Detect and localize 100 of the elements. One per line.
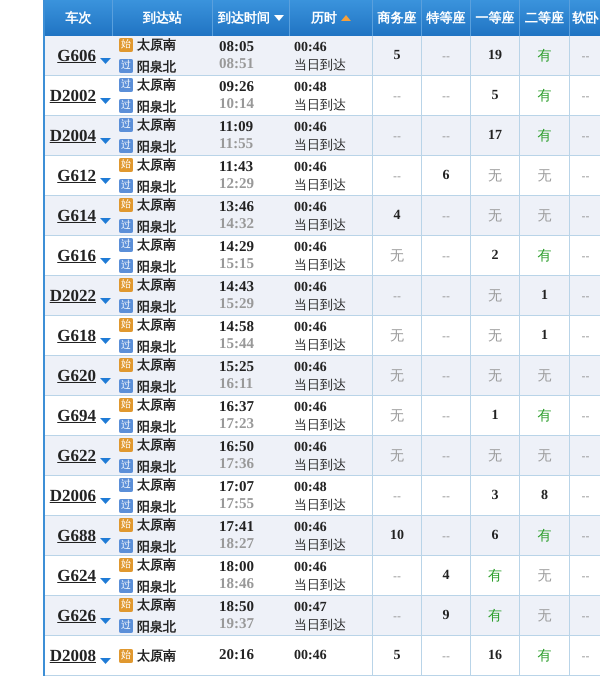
departure-station: 太原南 xyxy=(137,196,176,214)
station-tag: 过 xyxy=(119,238,133,252)
departure-time: 13:46 xyxy=(219,198,255,216)
column-header[interactable]: 车次 xyxy=(66,8,92,28)
departure-time: 08:05 xyxy=(219,38,255,56)
column-header[interactable]: 软卧 xyxy=(572,8,598,28)
arrival-time: 11:55 xyxy=(219,136,254,152)
dropdown-caret-icon[interactable] xyxy=(100,458,111,464)
train-number-link[interactable]: G624 xyxy=(57,562,96,588)
dropdown-caret-icon[interactable] xyxy=(100,618,111,624)
seat-availability: -- xyxy=(393,608,401,624)
arrival-day: 当日到达 xyxy=(294,376,372,392)
dropdown-caret-icon[interactable] xyxy=(100,98,111,104)
dropdown-caret-icon[interactable] xyxy=(100,298,111,304)
station-tag: 始 xyxy=(119,438,133,452)
train-number-link[interactable]: D2008 xyxy=(50,642,96,668)
duration: 00:46 xyxy=(294,118,328,136)
column-header[interactable]: 历时 xyxy=(311,8,337,28)
dropdown-caret-icon[interactable] xyxy=(100,258,111,264)
column-header[interactable]: 特等座 xyxy=(426,8,466,28)
dropdown-caret-icon[interactable] xyxy=(100,178,111,184)
train-number-link[interactable]: D2006 xyxy=(50,482,96,508)
seat-availability: -- xyxy=(442,448,450,464)
dropdown-caret-icon[interactable] xyxy=(100,418,111,424)
column-header[interactable]: 到达时间 xyxy=(218,8,270,28)
dropdown-caret-icon[interactable] xyxy=(100,538,111,544)
column-header[interactable]: 二等座 xyxy=(525,8,564,28)
seat-availability: 无 xyxy=(488,206,502,225)
arrival-station: 阳泉北 xyxy=(137,218,176,236)
arrival-day: 当日到达 xyxy=(294,456,372,472)
arrival-day: 当日到达 xyxy=(294,416,372,432)
train-number-link[interactable]: G622 xyxy=(57,442,96,468)
arrival-day: 当日到达 xyxy=(294,336,372,352)
column-header[interactable]: 一等座 xyxy=(476,8,514,28)
duration: 00:46 xyxy=(294,318,328,336)
dropdown-caret-icon[interactable] xyxy=(100,58,111,64)
departure-time: 09:26 xyxy=(219,78,255,96)
seat-availability: 6 xyxy=(492,527,498,545)
arrival-day: 当日到达 xyxy=(294,136,372,152)
dropdown-caret-icon[interactable] xyxy=(100,218,111,224)
train-number-link[interactable]: D2002 xyxy=(50,82,96,108)
seat-availability: 1 xyxy=(541,287,548,305)
seat-availability: -- xyxy=(442,248,450,264)
train-number-link[interactable]: G612 xyxy=(57,162,96,188)
train-number-link[interactable]: D2022 xyxy=(50,282,96,308)
departure-station: 太原南 xyxy=(137,596,176,614)
arrival-station: 阳泉北 xyxy=(137,578,176,596)
train-number-link[interactable]: G620 xyxy=(57,362,96,388)
seat-availability: 无 xyxy=(390,246,404,265)
station-tag: 过 xyxy=(119,99,133,114)
seat-availability: -- xyxy=(442,288,450,304)
departure-time: 18:00 xyxy=(219,558,255,576)
duration: 00:46 xyxy=(294,158,328,176)
train-number-link[interactable]: G688 xyxy=(57,522,96,548)
duration: 00:46 xyxy=(294,518,328,536)
seat-availability: 16 xyxy=(488,647,502,665)
seat-availability: -- xyxy=(393,168,401,184)
train-number-link[interactable]: G694 xyxy=(57,402,96,428)
train-number-link[interactable]: D2004 xyxy=(50,122,96,148)
station-tag: 始 xyxy=(119,398,133,412)
seat-availability: 有 xyxy=(538,46,552,65)
train-number-link[interactable]: G626 xyxy=(57,602,96,628)
dropdown-caret-icon[interactable] xyxy=(100,498,111,504)
seat-availability: -- xyxy=(442,648,450,664)
station-tag: 过 xyxy=(119,299,133,314)
arrival-station: 阳泉北 xyxy=(137,178,176,196)
seat-availability: 无 xyxy=(538,606,552,625)
seat-availability: 1 xyxy=(492,407,498,425)
train-number-link[interactable]: G606 xyxy=(57,42,96,68)
seat-availability: 有 xyxy=(538,646,552,665)
dropdown-caret-icon[interactable] xyxy=(100,658,111,664)
dropdown-caret-icon[interactable] xyxy=(100,378,111,384)
station-tag: 始 xyxy=(119,198,133,212)
duration: 00:46 xyxy=(294,38,328,56)
seat-availability: -- xyxy=(442,128,450,144)
arrival-time: 17:23 xyxy=(219,416,255,432)
column-header[interactable]: 到达站 xyxy=(143,8,182,28)
seat-availability: -- xyxy=(442,528,450,544)
station-tag: 过 xyxy=(119,118,133,132)
duration: 00:46 xyxy=(294,198,328,216)
seat-availability: 3 xyxy=(492,487,498,505)
duration: 00:46 xyxy=(294,358,328,376)
departure-time: 17:41 xyxy=(219,518,255,536)
arrival-time: 16:11 xyxy=(219,376,254,392)
station-tag: 过 xyxy=(119,78,133,92)
train-number-link[interactable]: G614 xyxy=(57,202,96,228)
arrival-station: 阳泉北 xyxy=(137,618,176,636)
train-number-link[interactable]: G616 xyxy=(57,242,96,268)
seat-availability: 无 xyxy=(538,446,552,465)
arrival-station: 阳泉北 xyxy=(137,338,176,356)
column-header[interactable]: 商务座 xyxy=(378,8,416,28)
arrival-time: 15:44 xyxy=(219,336,255,352)
seat-availability: 8 xyxy=(541,487,548,505)
train-number-link[interactable]: G618 xyxy=(57,322,96,348)
dropdown-caret-icon[interactable] xyxy=(100,578,111,584)
dropdown-caret-icon[interactable] xyxy=(100,338,111,344)
arrival-time: 15:29 xyxy=(219,296,255,312)
seat-availability: 有 xyxy=(538,406,552,425)
seat-availability: 5 xyxy=(394,47,400,65)
dropdown-caret-icon[interactable] xyxy=(100,138,111,144)
